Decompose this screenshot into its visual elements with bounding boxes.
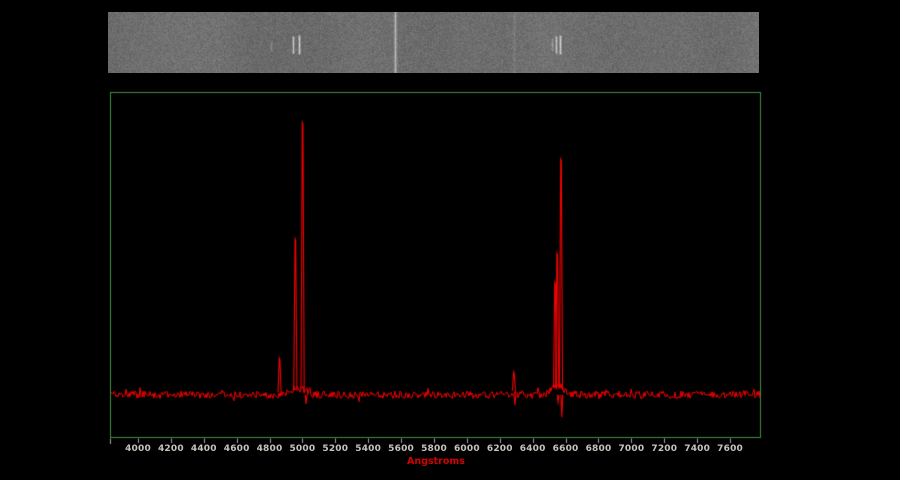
- x-tick-label: 6000: [454, 445, 480, 454]
- x-tick-label: 4000: [125, 445, 151, 454]
- x-tick-label: 6800: [586, 445, 612, 454]
- spectral-analysis-screen: 4000 4200 4400 4600 4800 5000 5200 5400 5600 5800…: [0, 0, 900, 480]
- x-tick-label: 4400: [191, 445, 217, 454]
- x-tick-label: 4800: [257, 445, 283, 454]
- x-tick-label: 5400: [355, 445, 381, 454]
- x-tick-label: 4600: [224, 445, 250, 454]
- x-tick-label: 7000: [618, 445, 644, 454]
- x-tick-label: 5600: [388, 445, 414, 454]
- x-tick-label: 6600: [553, 445, 579, 454]
- x-tick-label: 6400: [520, 445, 546, 454]
- x-tick-label: 5200: [322, 445, 348, 454]
- raw-2d-spectrum-strip[interactable]: [108, 12, 759, 73]
- x-tick-label: 5800: [421, 445, 447, 454]
- x-tick-label: 5000: [289, 445, 315, 454]
- x-tick-label: 4200: [158, 445, 184, 454]
- x-tick-label: 7600: [717, 445, 743, 454]
- x-tick-label: 7200: [651, 445, 677, 454]
- x-tick-label: 7400: [684, 445, 710, 454]
- x-tick-label: 6200: [487, 445, 513, 454]
- x-axis-title: Angstroms: [407, 457, 465, 467]
